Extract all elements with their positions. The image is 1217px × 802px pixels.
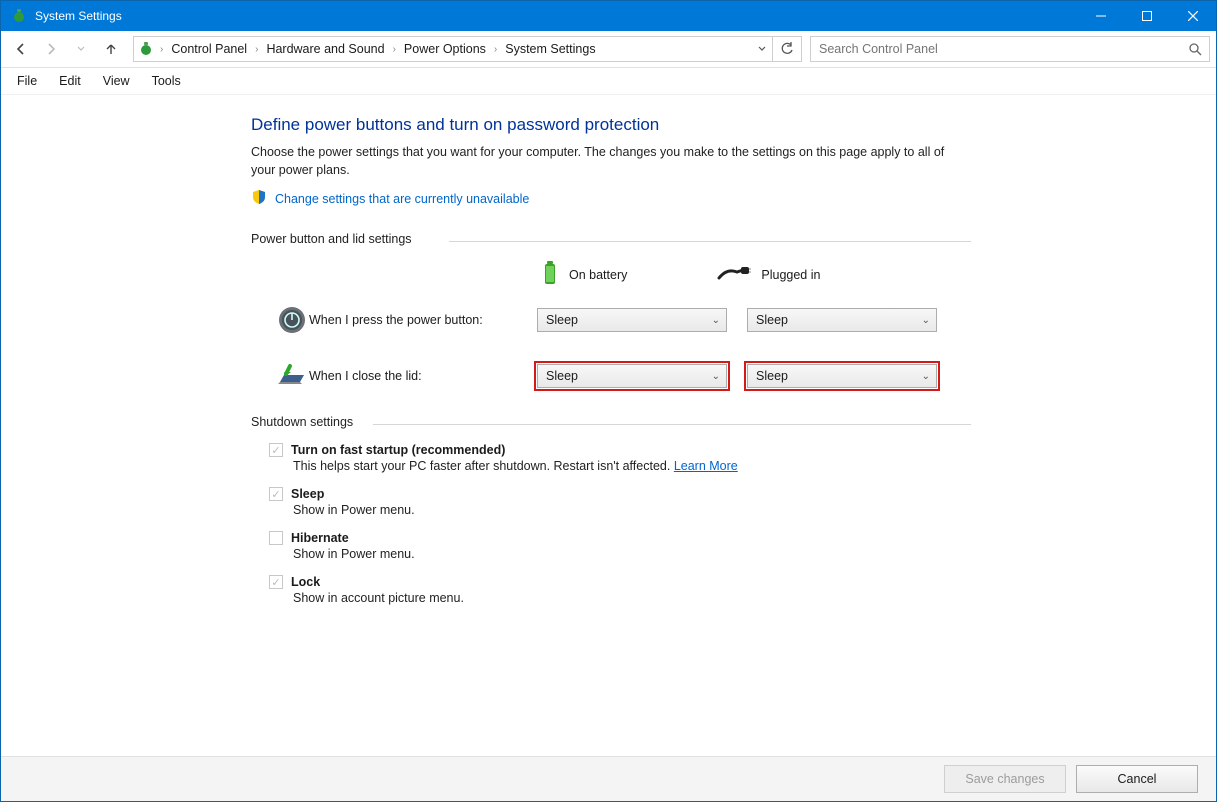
laptop-lid-icon <box>275 359 309 393</box>
breadcrumb-control-panel[interactable]: Control Panel <box>165 37 253 61</box>
sleep-desc: Show in Power menu. <box>293 503 971 517</box>
chevron-down-icon: ⌄ <box>712 371 720 382</box>
group-power-lid-header: Power button and lid settings <box>251 232 971 246</box>
fast-startup-checkbox[interactable] <box>269 443 283 457</box>
breadcrumb-hardware-sound[interactable]: Hardware and Sound <box>260 37 390 61</box>
menubar: File Edit View Tools <box>1 68 1216 95</box>
chevron-down-icon: ⌄ <box>712 315 720 326</box>
hibernate-title: Hibernate <box>291 531 349 545</box>
option-hibernate: Hibernate Show in Power menu. <box>269 531 971 561</box>
titlebar: System Settings <box>1 1 1216 31</box>
column-on-battery-label: On battery <box>569 268 627 282</box>
save-button[interactable]: Save changes <box>944 765 1066 793</box>
sleep-title: Sleep <box>291 487 324 501</box>
option-fast-startup: Turn on fast startup (recommended) This … <box>269 443 971 473</box>
power-button-icon <box>275 303 309 337</box>
control-panel-icon <box>134 41 158 57</box>
search-box[interactable] <box>810 36 1210 62</box>
hibernate-desc: Show in Power menu. <box>293 547 971 561</box>
fast-startup-desc: This helps start your PC faster after sh… <box>293 459 674 473</box>
forward-button[interactable] <box>37 35 65 63</box>
page-title: Define power buttons and turn on passwor… <box>251 115 971 135</box>
lock-desc: Show in account picture menu. <box>293 591 971 605</box>
close-lid-battery-select[interactable]: Sleep⌄ <box>537 364 727 388</box>
chevron-right-icon: › <box>253 44 260 55</box>
option-lock: Lock Show in account picture menu. <box>269 575 971 605</box>
battery-icon <box>541 260 559 289</box>
search-icon[interactable] <box>1181 42 1209 56</box>
chevron-down-icon: ⌄ <box>922 315 930 326</box>
recent-dropdown[interactable] <box>67 35 95 63</box>
maximize-button[interactable] <box>1124 1 1170 31</box>
cancel-button[interactable]: Cancel <box>1076 765 1198 793</box>
lock-checkbox[interactable] <box>269 575 283 589</box>
power-button-plugged-select[interactable]: Sleep⌄ <box>747 308 937 332</box>
row-power-button-label: When I press the power button: <box>309 313 537 327</box>
refresh-button[interactable] <box>772 37 801 61</box>
chevron-right-icon: › <box>391 44 398 55</box>
breadcrumb-system-settings[interactable]: System Settings <box>499 37 601 61</box>
sleep-checkbox[interactable] <box>269 487 283 501</box>
learn-more-link[interactable]: Learn More <box>674 459 738 473</box>
chevron-right-icon: › <box>158 44 165 55</box>
window-title: System Settings <box>35 9 122 23</box>
navbar: › Control Panel › Hardware and Sound › P… <box>1 31 1216 68</box>
back-button[interactable] <box>7 35 35 63</box>
row-power-button: When I press the power button: Sleep⌄ Sl… <box>275 303 971 337</box>
shield-icon <box>251 189 267 208</box>
menu-edit[interactable]: Edit <box>49 72 91 90</box>
minimize-button[interactable] <box>1078 1 1124 31</box>
column-on-battery: On battery <box>541 260 627 289</box>
up-button[interactable] <box>97 35 125 63</box>
address-bar[interactable]: › Control Panel › Hardware and Sound › P… <box>133 36 802 62</box>
option-sleep: Sleep Show in Power menu. <box>269 487 971 517</box>
column-plugged-in: Plugged in <box>717 264 820 285</box>
close-lid-plugged-select[interactable]: Sleep⌄ <box>747 364 937 388</box>
search-input[interactable] <box>811 42 1181 56</box>
menu-file[interactable]: File <box>7 72 47 90</box>
footer: Save changes Cancel <box>1 756 1216 801</box>
column-plugged-in-label: Plugged in <box>761 268 820 282</box>
chevron-down-icon: ⌄ <box>922 371 930 382</box>
page-description: Choose the power settings that you want … <box>251 143 971 179</box>
address-dropdown[interactable] <box>751 45 772 53</box>
plug-icon <box>717 264 751 285</box>
power-button-battery-select[interactable]: Sleep⌄ <box>537 308 727 332</box>
group-shutdown-header: Shutdown settings <box>251 415 971 429</box>
row-close-lid: When I close the lid: Sleep⌄ Sleep⌄ <box>275 359 971 393</box>
menu-tools[interactable]: Tools <box>142 72 191 90</box>
menu-view[interactable]: View <box>93 72 140 90</box>
chevron-right-icon: › <box>492 44 499 55</box>
app-icon <box>11 8 27 24</box>
close-button[interactable] <box>1170 1 1216 31</box>
content-area: Define power buttons and turn on passwor… <box>1 95 1216 756</box>
row-close-lid-label: When I close the lid: <box>309 369 537 383</box>
change-settings-link[interactable]: Change settings that are currently unava… <box>275 192 529 206</box>
lock-title: Lock <box>291 575 320 589</box>
fast-startup-title: Turn on fast startup (recommended) <box>291 443 505 457</box>
hibernate-checkbox[interactable] <box>269 531 283 545</box>
breadcrumb-power-options[interactable]: Power Options <box>398 37 492 61</box>
